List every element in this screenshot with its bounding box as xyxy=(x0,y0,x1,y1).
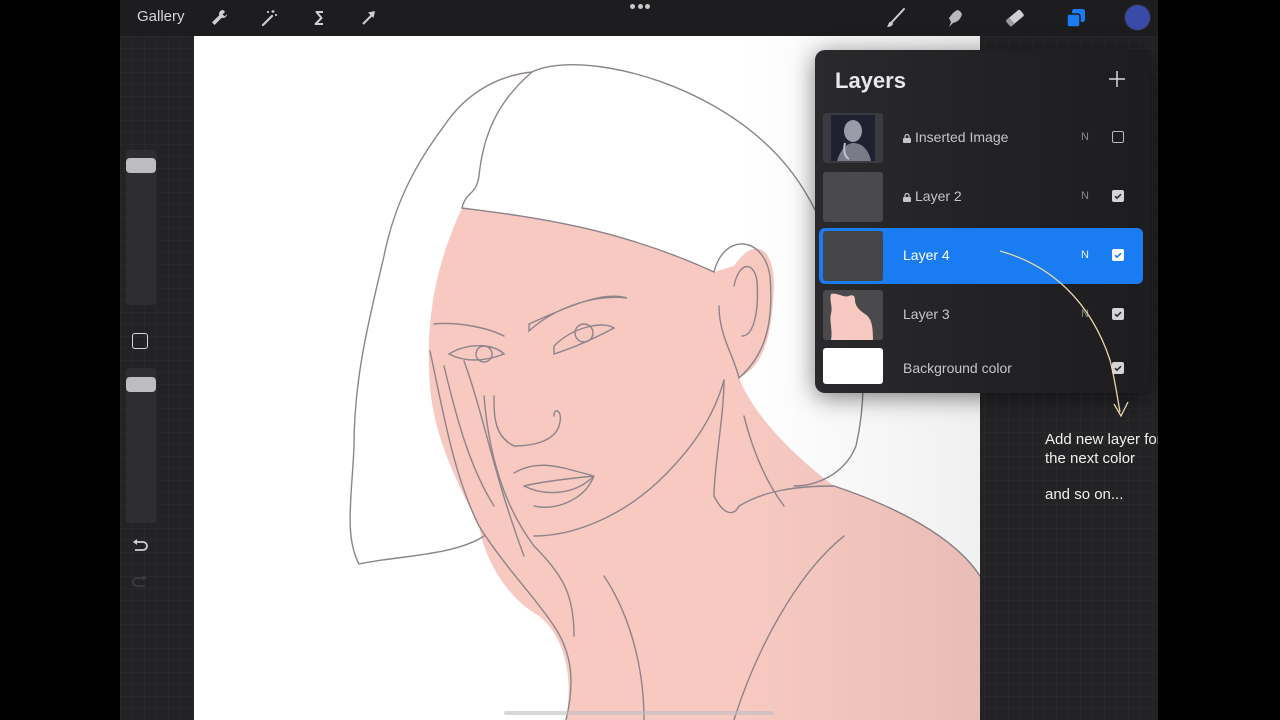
visibility-checkbox[interactable] xyxy=(1112,362,1124,374)
checkmark-icon xyxy=(1114,311,1122,318)
checkmark-icon xyxy=(1114,193,1122,200)
opacity-slider-thumb[interactable] xyxy=(126,377,156,392)
layer-name: Background color xyxy=(903,360,1012,376)
selection-button[interactable] xyxy=(304,3,334,33)
eraser-tool-button[interactable] xyxy=(1000,3,1030,33)
more-options-button[interactable] xyxy=(630,4,650,12)
redo-icon xyxy=(131,574,149,590)
add-layer-button[interactable] xyxy=(1106,68,1128,90)
layer-name: Layer 3 xyxy=(903,306,950,322)
arrow-cursor-icon xyxy=(359,8,379,28)
layer-row-layer-2[interactable]: Layer 2 N xyxy=(819,169,1143,225)
ellipsis-icon xyxy=(630,4,635,9)
layer-row-layer-4[interactable]: Layer 4 N xyxy=(819,228,1143,284)
lock-icon xyxy=(903,134,911,143)
ellipsis-dot xyxy=(645,4,650,9)
visibility-checkbox[interactable] xyxy=(1112,190,1124,202)
home-indicator[interactable] xyxy=(504,711,774,715)
selection-s-icon xyxy=(309,8,329,28)
checkmark-icon xyxy=(1114,365,1122,372)
layer-thumbnail xyxy=(823,113,883,163)
annotation-text-more: and so on... xyxy=(1045,486,1124,503)
plus-icon xyxy=(1106,68,1128,90)
top-toolbar: Gallery xyxy=(120,0,1158,36)
layer-thumbnail xyxy=(823,172,883,222)
wrench-icon xyxy=(209,8,229,28)
layers-panel: Layers Inserted Image N Layer 2 N Layer … xyxy=(815,50,1150,393)
brush-size-slider[interactable] xyxy=(126,150,156,305)
transform-button[interactable] xyxy=(354,3,384,33)
lock-icon xyxy=(903,193,911,202)
layer-name-text: Inserted Image xyxy=(915,129,1009,145)
layer-name: Layer 2 xyxy=(903,188,962,204)
smudge-tool-button[interactable] xyxy=(940,3,970,33)
layer-thumbnail xyxy=(823,348,883,384)
magic-wand-icon xyxy=(259,8,279,28)
procreate-app: Gallery Layers Inserted Image N Layer 2 … xyxy=(120,0,1158,720)
actions-button[interactable] xyxy=(204,3,234,33)
redo-button[interactable] xyxy=(128,572,152,592)
layers-title: Layers xyxy=(835,68,906,93)
visibility-checkbox[interactable] xyxy=(1112,308,1124,320)
hair-inner xyxy=(461,71,533,209)
eraser-icon xyxy=(1003,6,1027,30)
brush-size-slider-thumb[interactable] xyxy=(126,158,156,173)
smudge-finger-icon xyxy=(943,6,967,30)
layer-thumbnail xyxy=(823,231,883,281)
layer-row-layer-3[interactable]: Layer 3 N xyxy=(819,287,1143,343)
left-sidebar xyxy=(122,150,158,605)
blend-mode-button[interactable]: N xyxy=(1081,131,1089,143)
blend-mode-button[interactable]: N xyxy=(1081,249,1089,261)
layer-thumbnail xyxy=(823,290,883,340)
layers-tool-button[interactable] xyxy=(1061,3,1091,33)
gallery-button[interactable]: Gallery xyxy=(137,8,185,25)
visibility-checkbox[interactable] xyxy=(1112,131,1124,143)
ellipsis-dot xyxy=(637,4,643,9)
layers-icon xyxy=(1064,6,1088,30)
color-picker-button[interactable] xyxy=(1125,5,1150,30)
brush-tool-button[interactable] xyxy=(880,3,910,33)
layer-name: Layer 4 xyxy=(903,247,950,263)
annotation-text: Add new layer for the next color xyxy=(1045,431,1158,467)
checkmark-icon xyxy=(1114,252,1122,259)
blend-mode-button[interactable]: N xyxy=(1081,190,1089,202)
blend-mode-button[interactable]: N xyxy=(1081,308,1089,320)
undo-button[interactable] xyxy=(128,536,152,556)
layer-name: Inserted Image xyxy=(903,129,1008,145)
undo-icon xyxy=(131,538,149,554)
adjustments-button[interactable] xyxy=(254,3,284,33)
layer-name-text: Layer 2 xyxy=(915,188,962,204)
brush-icon xyxy=(883,6,907,30)
visibility-checkbox[interactable] xyxy=(1112,249,1124,261)
opacity-slider[interactable] xyxy=(126,368,156,523)
layer-row-background-color[interactable]: Background color xyxy=(819,340,1143,390)
layer-row-inserted-image[interactable]: Inserted Image N xyxy=(819,110,1143,166)
modify-button[interactable] xyxy=(132,333,148,349)
